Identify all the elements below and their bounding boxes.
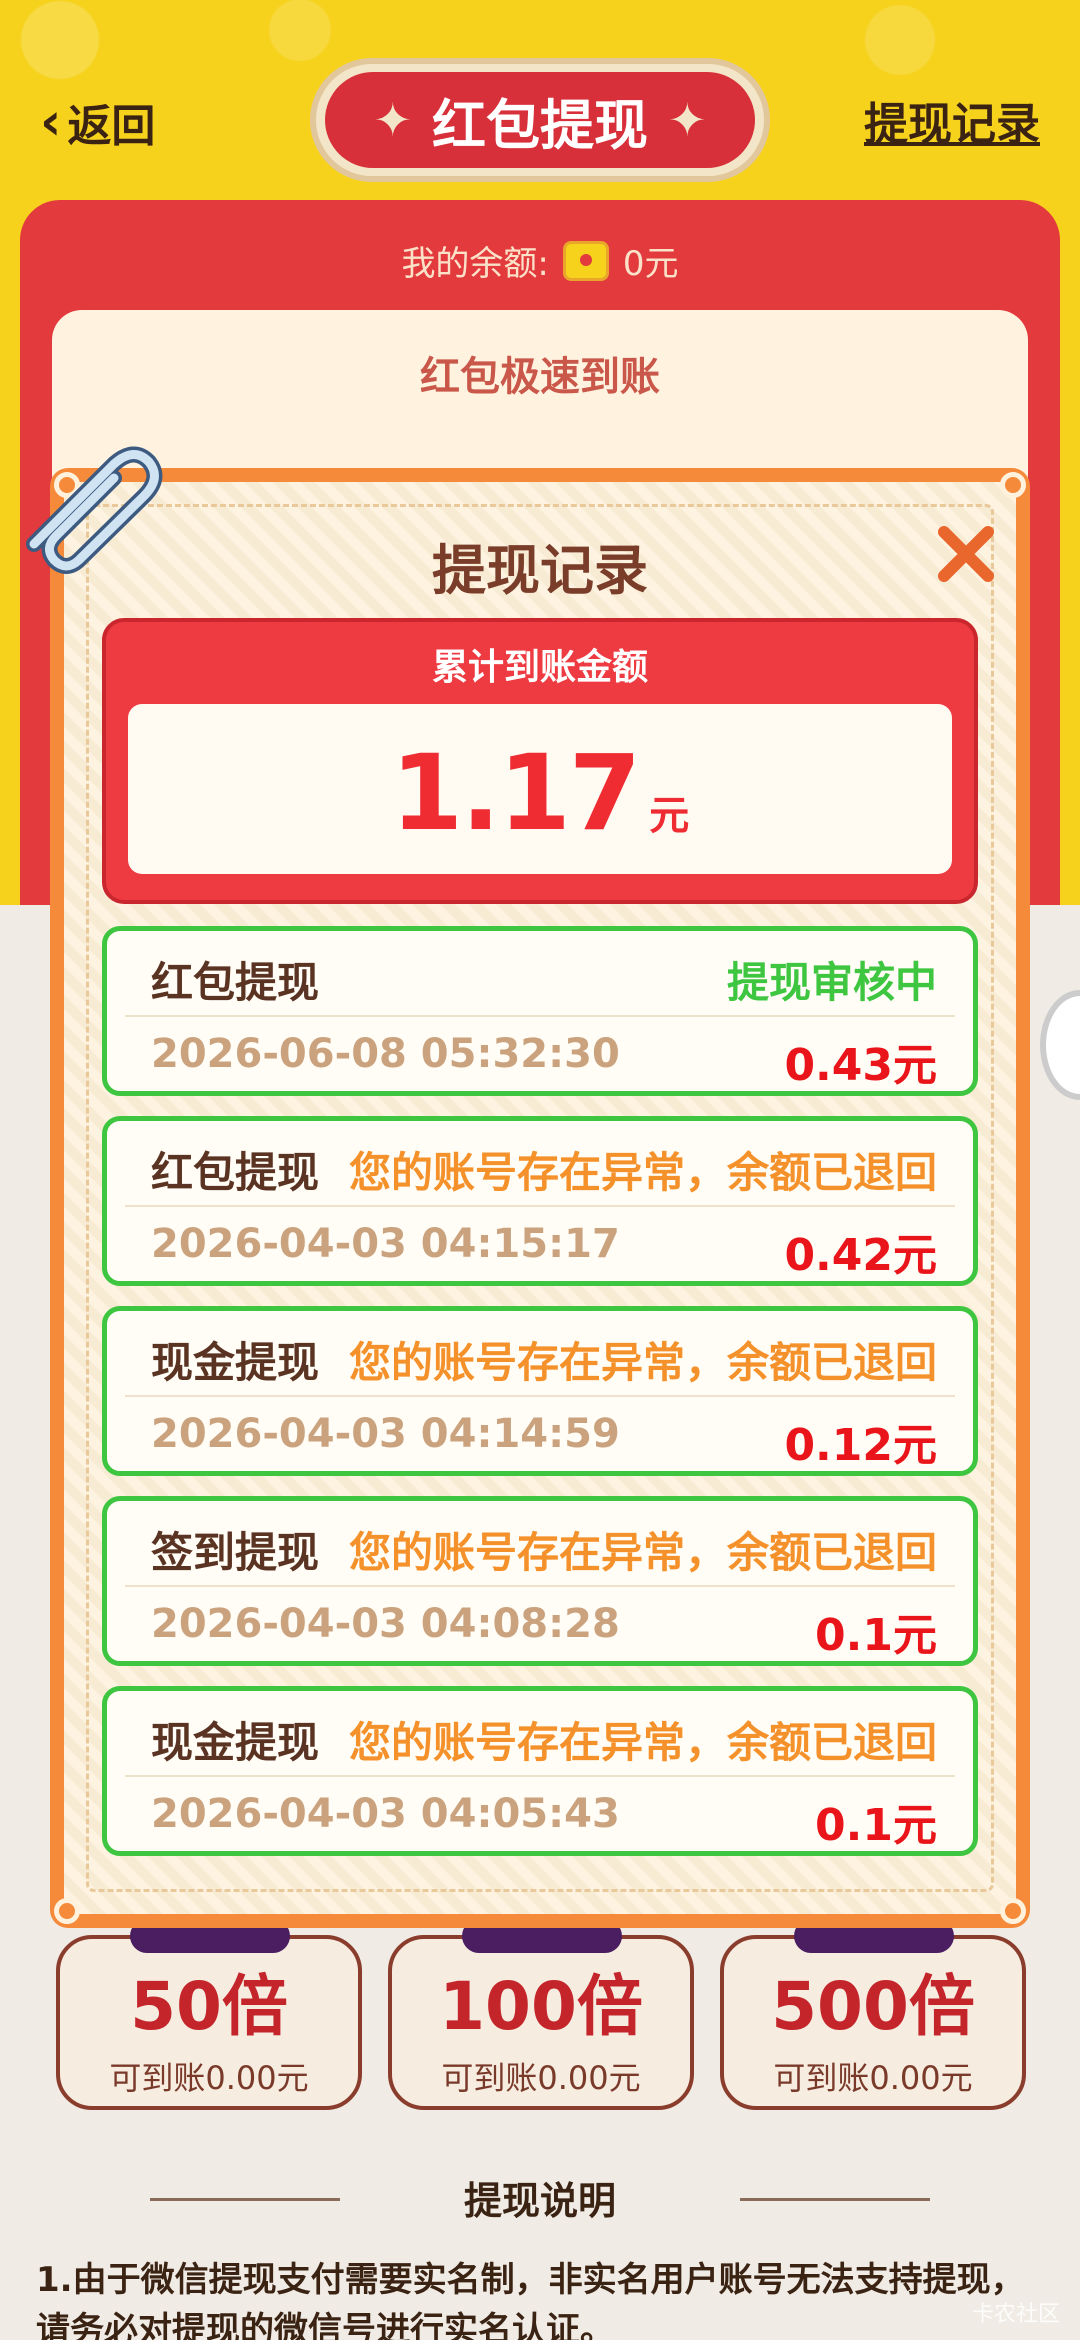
balance-value: 0元 — [622, 244, 679, 284]
divider — [125, 1585, 955, 1587]
watermark: 卡农社区 — [971, 2302, 1060, 2327]
record-type: 红包提现 — [151, 1148, 320, 1197]
record-status: 您的账号存在异常，余额已退回 — [348, 1528, 937, 1577]
withdraw-record-modal: 提现记录 累计到账金额 1.17 元 红包提现 提现审核中 2026-06-08… — [26, 446, 1030, 1928]
divider — [125, 1205, 955, 1207]
record-item: 红包提现 您的账号存在异常，余额已退回 2026-04-03 04:15:17 … — [102, 1116, 978, 1286]
record-type: 签到提现 — [151, 1528, 320, 1577]
corner-dot — [1000, 472, 1026, 498]
record-item: 现金提现 您的账号存在异常，余额已退回 2026-04-03 04:14:59 … — [102, 1306, 978, 1476]
corner-dot — [1000, 1898, 1026, 1924]
page-title: 红包提现 — [432, 93, 648, 157]
record-time: 2026-04-03 04:05:43 — [151, 1791, 620, 1837]
multiplier-option[interactable]: 50倍 可到账0.00元 — [56, 1919, 362, 2110]
withdraw-record-link[interactable]: 提现记录 — [864, 88, 1040, 152]
chevron-left-icon: ‹ — [40, 92, 62, 152]
sparkle-icon: ✦ — [668, 93, 707, 147]
multiplier-value: 500倍 — [771, 1968, 975, 2045]
multiplier-value: 100倍 — [439, 1968, 643, 2045]
divider — [740, 2198, 930, 2201]
top-bar: ‹ 返回 ✦ 红包提现 ✦ 提现记录 — [0, 50, 1080, 200]
total-amount: 1.17 — [390, 732, 642, 854]
corner-dot — [54, 1898, 80, 1924]
modal-title: 提现记录 — [432, 539, 648, 602]
divider — [125, 1015, 955, 1017]
record-status: 您的账号存在异常，余额已退回 — [348, 1148, 937, 1197]
total-unit: 元 — [649, 793, 690, 839]
record-status: 您的账号存在异常，余额已退回 — [348, 1718, 937, 1767]
record-status: 提现审核中 — [726, 958, 937, 1007]
record-item: 红包提现 提现审核中 2026-06-08 05:32:30 0.43元 — [102, 926, 978, 1096]
record-amount: 0.42元 — [784, 1230, 937, 1281]
wallet-icon — [562, 240, 609, 281]
sparkle-icon: ✦ — [373, 93, 412, 147]
record-type: 红包提现 — [151, 958, 320, 1007]
record-time: 2026-06-08 05:32:30 — [151, 1031, 620, 1077]
record-type: 现金提现 — [151, 1338, 320, 1387]
total-label: 累计到账金额 — [431, 647, 648, 688]
record-time: 2026-04-03 04:15:17 — [151, 1221, 620, 1267]
record-time: 2026-04-03 04:08:28 — [151, 1601, 620, 1647]
multiplier-option[interactable]: 500倍 可到账0.00元 — [720, 1919, 1026, 2110]
divider — [125, 1775, 955, 1777]
back-label: 返回 — [67, 101, 156, 152]
multiplier-sub: 可到账0.00元 — [773, 2059, 973, 2097]
record-time: 2026-04-03 04:14:59 — [151, 1411, 620, 1457]
record-amount: 0.1元 — [815, 1610, 937, 1661]
record-amount: 0.43元 — [784, 1040, 937, 1091]
multiplier-option[interactable]: 100倍 可到账0.00元 — [388, 1919, 694, 2110]
speed-label: 红包极速到账 — [420, 354, 660, 400]
multiplier-sub: 可到账0.00元 — [109, 2059, 309, 2097]
explain-text: 1.由于微信提现支付需要实名制，非实名用户账号无法支持提现，请务必对提现的微信号… — [36, 2260, 1025, 2340]
back-button[interactable]: ‹ 返回 — [40, 90, 155, 154]
record-amount: 0.12元 — [784, 1420, 937, 1471]
close-icon[interactable] — [934, 522, 998, 586]
record-type: 现金提现 — [151, 1718, 320, 1767]
total-amount-box: 累计到账金额 1.17 元 — [102, 618, 978, 904]
record-amount: 0.1元 — [815, 1800, 937, 1851]
multiplier-value: 50倍 — [130, 1968, 288, 2045]
divider — [125, 1395, 955, 1397]
record-item: 签到提现 您的账号存在异常，余额已退回 2026-04-03 04:08:28 … — [102, 1496, 978, 1666]
record-item: 现金提现 您的账号存在异常，余额已退回 2026-04-03 04:05:43 … — [102, 1686, 978, 1856]
page-title-pill: ✦ 红包提现 ✦ — [310, 58, 770, 182]
record-status: 您的账号存在异常，余额已退回 — [348, 1338, 937, 1387]
balance-label: 我的余额: — [401, 244, 549, 284]
multiplier-sub: 可到账0.00元 — [441, 2059, 641, 2097]
